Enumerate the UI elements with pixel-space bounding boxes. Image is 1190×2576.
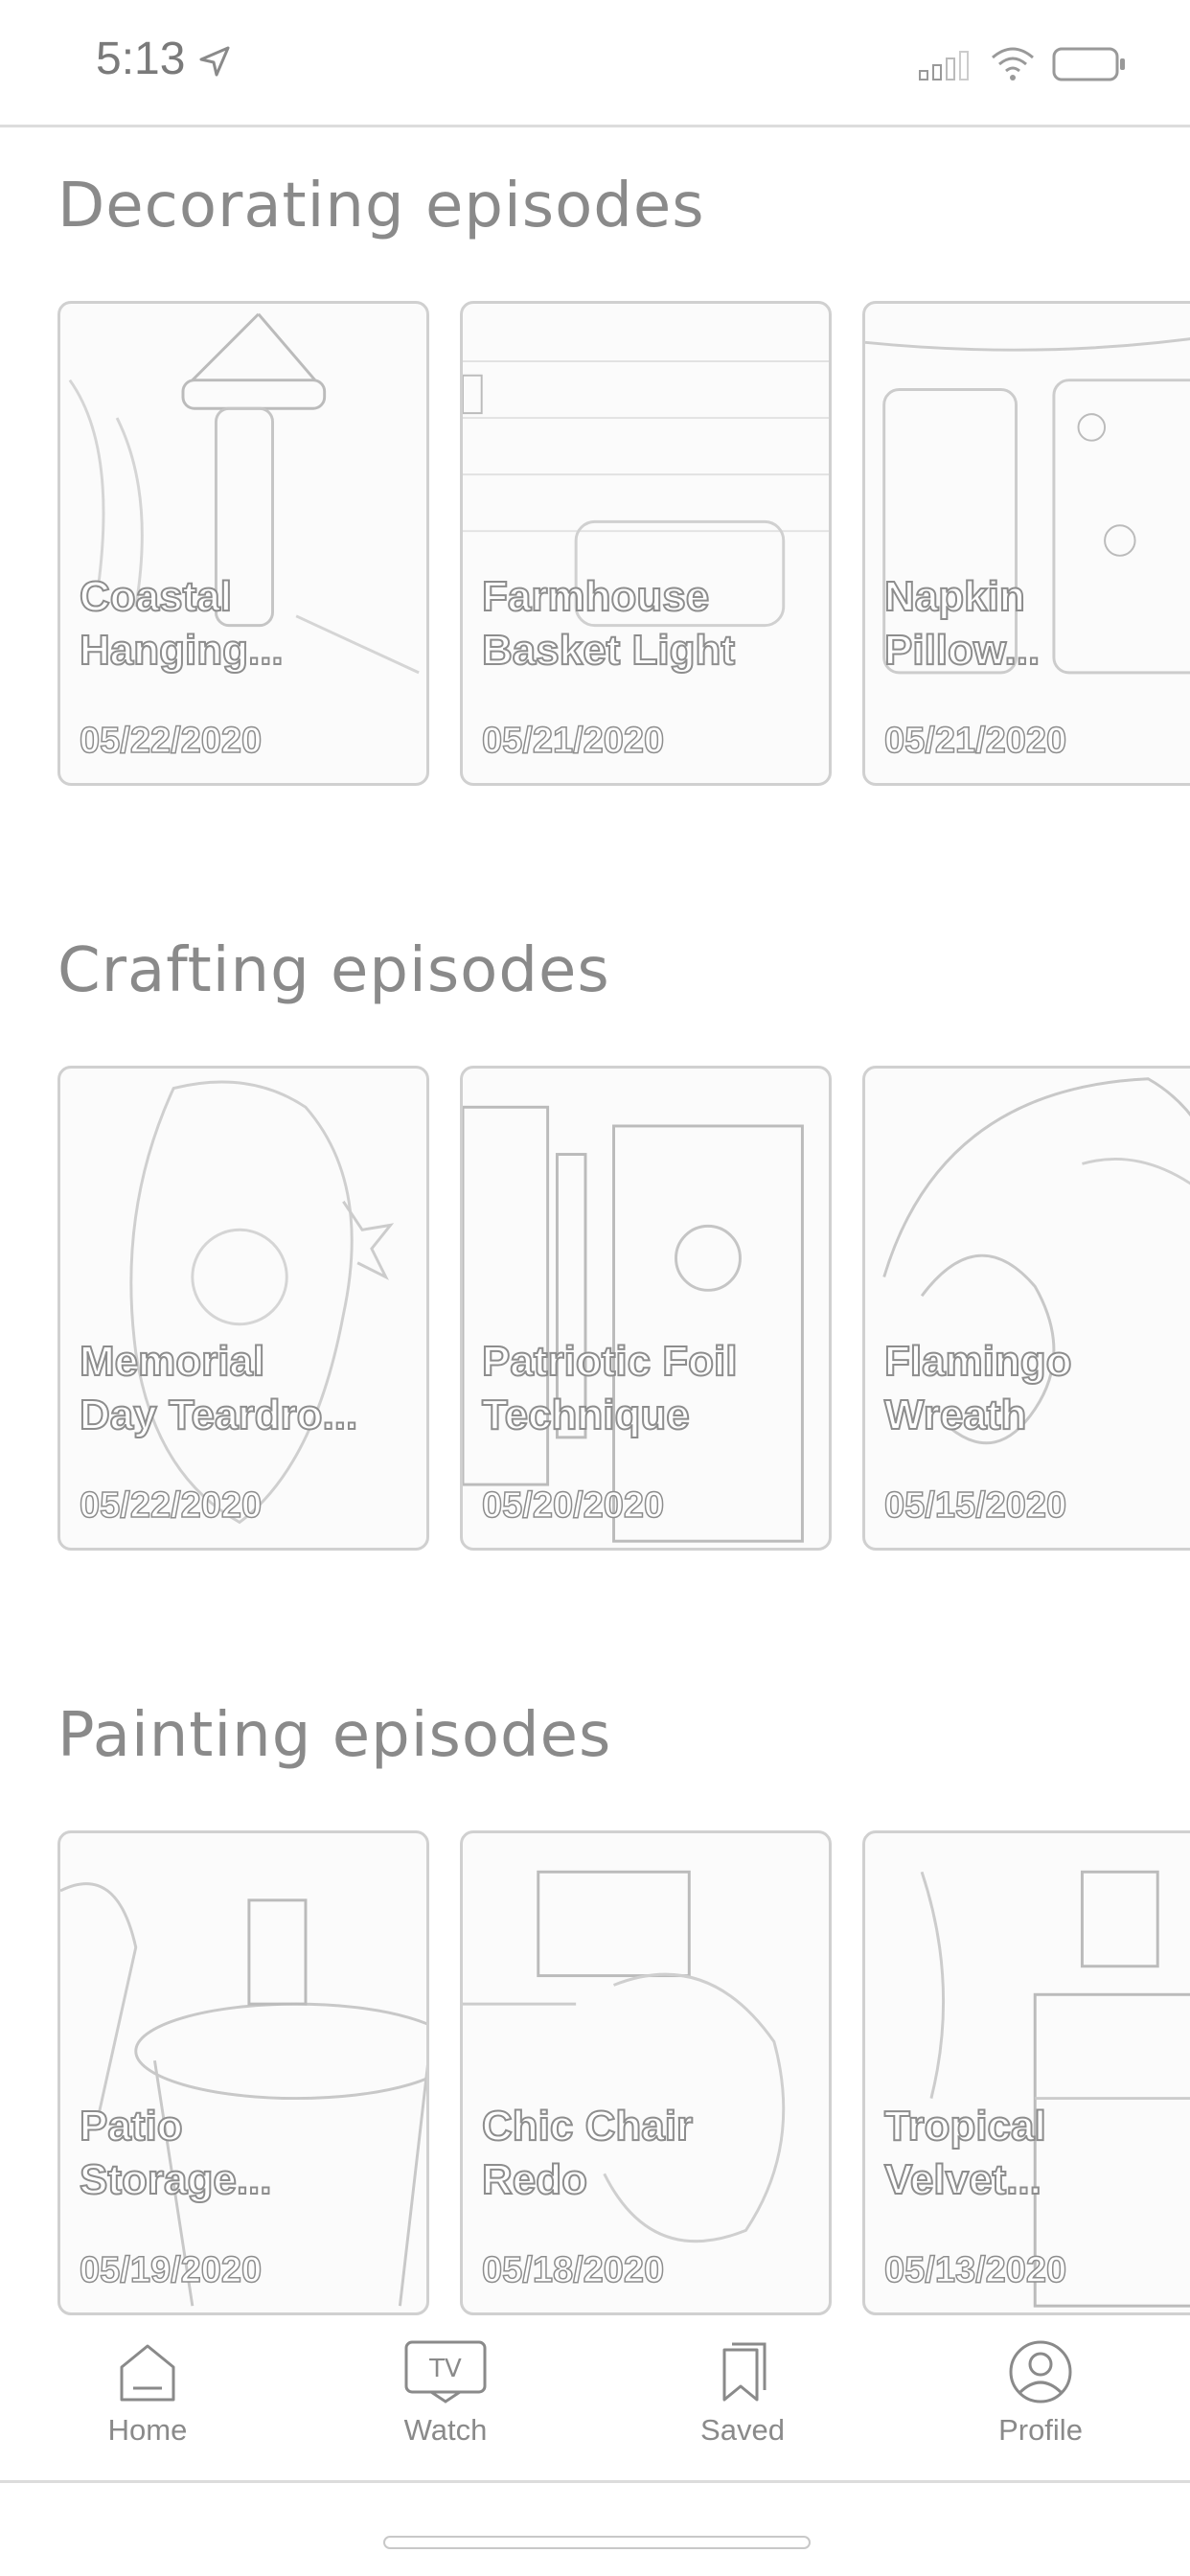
episode-date: 05/22/2020: [79, 720, 263, 762]
episode-date: 05/18/2020: [481, 2249, 665, 2291]
episode-date: 05/13/2020: [883, 2249, 1067, 2291]
episode-thumbnail: [68, 312, 420, 675]
section-title-decorating: Decorating episodes: [57, 171, 705, 242]
episode-title: Napkin Pillow...: [883, 572, 1041, 675]
episode-title: Flamingo Wreath: [883, 1337, 1073, 1439]
episode-card[interactable]: Tropical Velvet... 05/13/2020: [862, 1830, 1190, 2315]
episode-title: Chic Chair Redo: [481, 2102, 694, 2204]
episode-title: Patriotic Foil Technique: [481, 1337, 738, 1439]
episode-title: Coastal Hanging...: [79, 572, 285, 675]
episode-title: Farmhouse Basket Light: [481, 572, 736, 675]
episode-card[interactable]: Flamingo Wreath 05/15/2020: [862, 1066, 1190, 1551]
location-arrow-icon: [199, 46, 230, 77]
tab-profile[interactable]: Profile: [964, 2338, 1117, 2448]
episode-date: 05/22/2020: [79, 1484, 263, 1527]
cellular-signal-icon: [919, 51, 969, 80]
tab-watch-label: Watch: [403, 2413, 488, 2447]
episode-thumbnail: [463, 360, 829, 628]
episode-date: 05/15/2020: [883, 1484, 1067, 1527]
home-icon: [120, 2344, 175, 2402]
episode-card[interactable]: Napkin Pillow... 05/21/2020: [862, 301, 1190, 786]
episode-card[interactable]: Memorial Day Teardro... 05/22/2020: [57, 1066, 429, 1551]
episode-date: 05/19/2020: [79, 2249, 263, 2291]
episode-card[interactable]: Chic Chair Redo 05/18/2020: [460, 1830, 832, 2315]
episode-card[interactable]: Patriotic Foil Technique 05/20/2020: [460, 1066, 832, 1551]
episode-title: Patio Storage...: [79, 2102, 273, 2204]
profile-icon: [1009, 2340, 1072, 2404]
episode-thumbnail: [463, 1105, 804, 1543]
episode-row-painting[interactable]: Patio Storage... 05/19/2020 Chic Chair R…: [0, 1830, 1190, 2319]
tab-saved[interactable]: Saved: [666, 2338, 819, 2448]
episode-row-crafting[interactable]: Memorial Day Teardro... 05/22/2020 Patri…: [0, 1066, 1190, 1554]
episode-thumbnail: [60, 1882, 426, 2307]
episode-date: 05/21/2020: [883, 720, 1067, 762]
episode-title: Memorial Day Teardro...: [79, 1337, 358, 1439]
episode-title: Tropical Velvet...: [883, 2102, 1047, 2204]
status-bar: 5:13: [0, 0, 1190, 127]
battery-icon: [1052, 47, 1125, 81]
episode-thumbnail: [129, 1080, 395, 1525]
episode-date: 05/21/2020: [481, 720, 665, 762]
episode-date: 05/20/2020: [481, 1484, 665, 1527]
tab-home-label: Home: [107, 2413, 188, 2447]
episode-card[interactable]: Patio Storage... 05/19/2020: [57, 1830, 429, 2315]
section-title-crafting: Crafting episodes: [57, 935, 610, 1006]
episode-thumbnail: [463, 1870, 786, 2243]
home-indicator[interactable]: [383, 2536, 811, 2549]
status-time: 5:13: [96, 34, 186, 84]
tv-icon-text: TV: [428, 2355, 462, 2383]
episode-thumbnail: [920, 1870, 1190, 2308]
episode-thumbnail: [865, 337, 1190, 675]
bookmark-icon: [722, 2342, 767, 2402]
episode-row-decorating[interactable]: Coastal Hanging... 05/22/2020 Farmhouse …: [0, 301, 1190, 790]
episode-thumbnail: [882, 1077, 1190, 1445]
tab-saved-label: Saved: [700, 2413, 785, 2447]
episode-card[interactable]: Farmhouse Basket Light 05/21/2020: [460, 301, 832, 786]
section-title-painting: Painting episodes: [57, 1700, 612, 1771]
tab-profile-label: Profile: [998, 2413, 1083, 2447]
tab-home[interactable]: Home: [71, 2338, 224, 2448]
tab-watch[interactable]: TV Watch: [369, 2338, 522, 2448]
episode-card[interactable]: Coastal Hanging... 05/22/2020: [57, 301, 429, 786]
wifi-icon: [992, 47, 1034, 80]
tv-icon: TV: [404, 2340, 487, 2404]
tab-bar: Home TV Watch Saved Profile: [0, 2317, 1190, 2483]
